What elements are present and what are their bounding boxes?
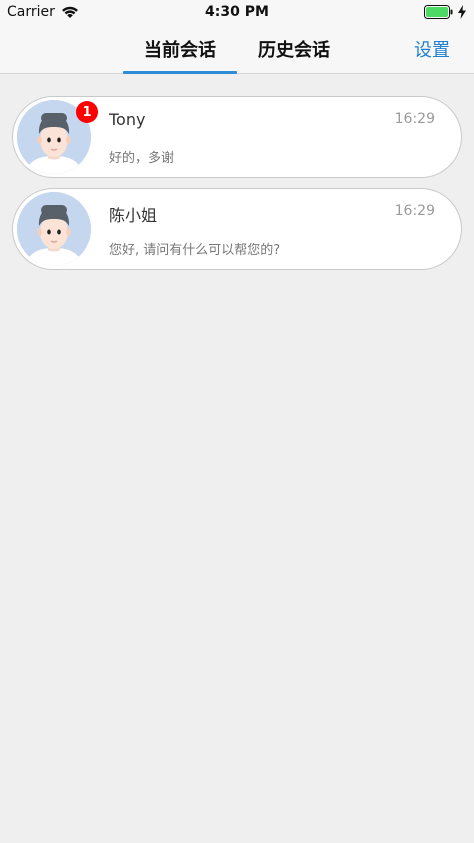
conversation-item[interactable]: 陈小姐 16:29 您好, 请问有什么可以帮您的? [12, 188, 462, 270]
settings-button[interactable]: 设置 [414, 24, 450, 73]
person-avatar-icon [17, 192, 91, 266]
conversation-list: 1 Tony 16:29 好的，多谢 陈小姐 16:29 您好, 请问有什么可以… [12, 96, 462, 280]
tab-history-conversations[interactable]: 历史会话 [237, 24, 351, 73]
conversation-name: Tony [109, 110, 146, 129]
status-bar: Carrier 4:30 PM [0, 0, 474, 24]
charging-bolt-icon [458, 4, 466, 19]
status-time: 4:30 PM [205, 4, 269, 20]
conversation-item[interactable]: 1 Tony 16:29 好的，多谢 [12, 96, 462, 178]
conversation-time: 16:29 [394, 203, 435, 219]
battery-status [424, 4, 466, 19]
conversation-name: 陈小姐 [109, 206, 158, 225]
top-nav: 当前会话 历史会话 设置 [0, 24, 474, 74]
active-tab-indicator [123, 71, 237, 74]
conversation-time: 16:29 [394, 111, 435, 127]
conversation-preview: 您好, 请问有什么可以帮您的? [109, 243, 281, 258]
conversation-preview: 好的，多谢 [109, 151, 175, 166]
tab-history-label: 历史会话 [258, 39, 330, 61]
avatar [17, 192, 91, 266]
battery-icon [424, 4, 454, 19]
tab-current-label: 当前会话 [144, 39, 216, 61]
tab-current-conversations[interactable]: 当前会话 [123, 24, 237, 73]
unread-badge: 1 [76, 101, 98, 123]
